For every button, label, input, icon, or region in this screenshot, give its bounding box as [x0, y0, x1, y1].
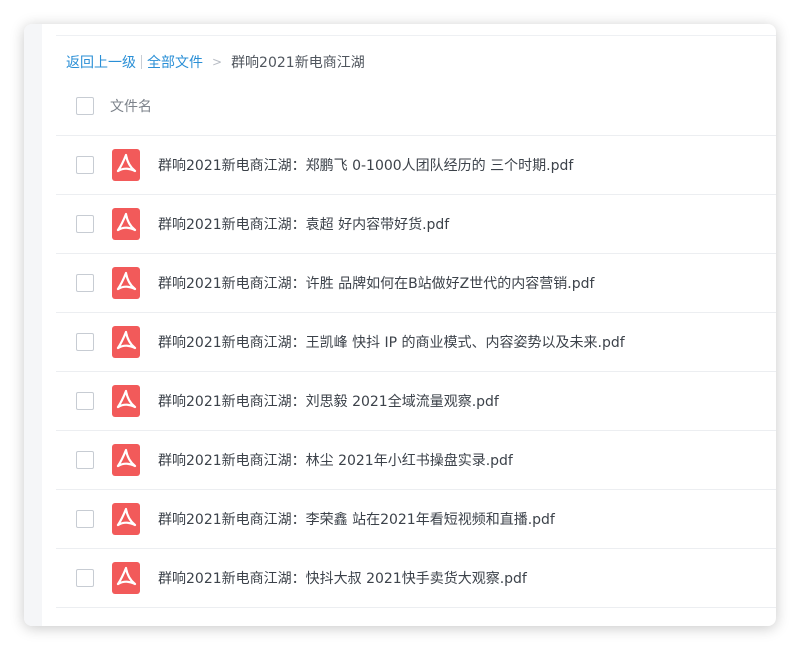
file-checkbox[interactable] [76, 451, 94, 469]
file-name-link[interactable]: 群响2021新电商江湖：许胜 品牌如何在B站做好Z世代的内容营销.pdf [158, 273, 594, 293]
file-row[interactable]: 群响2021新电商江湖：李荣鑫 站在2021年看短视频和直播.pdf [56, 490, 776, 549]
breadcrumb-arrow-icon: > [212, 55, 223, 69]
pdf-icon [112, 267, 140, 299]
file-browser-window: 返回上一级 全部文件 > 群响2021新电商江湖 文件名 群响2021新电商江湖… [24, 24, 776, 626]
pdf-icon [112, 562, 140, 594]
breadcrumb-separator [141, 55, 142, 69]
file-list-header: 文件名 [56, 76, 776, 136]
pdf-icon [112, 503, 140, 535]
left-gutter [24, 24, 42, 626]
pdf-icon [112, 326, 140, 358]
all-files-link[interactable]: 全部文件 [147, 52, 203, 72]
file-name-link[interactable]: 群响2021新电商江湖：快抖大叔 2021快手卖货大观察.pdf [158, 568, 527, 588]
pdf-icon [112, 208, 140, 240]
pdf-icon [112, 385, 140, 417]
file-row[interactable]: 群响2021新电商江湖：许胜 品牌如何在B站做好Z世代的内容营销.pdf [56, 254, 776, 313]
file-checkbox[interactable] [76, 215, 94, 233]
file-name-link[interactable]: 群响2021新电商江湖：郑鹏飞 0-1000人团队经历的 三个时期.pdf [158, 155, 573, 175]
file-checkbox[interactable] [76, 569, 94, 587]
file-name-link[interactable]: 群响2021新电商江湖：林尘 2021年小红书操盘实录.pdf [158, 450, 513, 470]
file-list: 文件名 群响2021新电商江湖：郑鹏飞 0-1000人团队经历的 三个时期.pd… [56, 76, 776, 608]
file-name-link[interactable]: 群响2021新电商江湖：王凯峰 快抖 IP 的商业模式、内容姿势以及未来.pdf [158, 332, 625, 352]
file-name-link[interactable]: 群响2021新电商江湖：李荣鑫 站在2021年看短视频和直播.pdf [158, 509, 555, 529]
file-checkbox[interactable] [76, 510, 94, 528]
breadcrumb: 返回上一级 全部文件 > 群响2021新电商江湖 [66, 52, 365, 72]
file-checkbox[interactable] [76, 392, 94, 410]
pdf-icon [112, 444, 140, 476]
file-name-link[interactable]: 群响2021新电商江湖：袁超 好内容带好货.pdf [158, 214, 449, 234]
file-row[interactable]: 群响2021新电商江湖：郑鹏飞 0-1000人团队经历的 三个时期.pdf [56, 136, 776, 195]
file-row[interactable]: 群响2021新电商江湖：林尘 2021年小红书操盘实录.pdf [56, 431, 776, 490]
file-row[interactable]: 群响2021新电商江湖：快抖大叔 2021快手卖货大观察.pdf [56, 549, 776, 608]
back-link[interactable]: 返回上一级 [66, 52, 136, 72]
file-name-link[interactable]: 群响2021新电商江湖：刘思毅 2021全域流量观察.pdf [158, 391, 499, 411]
file-row[interactable]: 群响2021新电商江湖：刘思毅 2021全域流量观察.pdf [56, 372, 776, 431]
pdf-icon [112, 149, 140, 181]
top-divider [56, 35, 776, 36]
current-folder-label: 群响2021新电商江湖 [231, 55, 365, 71]
file-row[interactable]: 群响2021新电商江湖：王凯峰 快抖 IP 的商业模式、内容姿势以及未来.pdf [56, 313, 776, 372]
file-row[interactable]: 群响2021新电商江湖：袁超 好内容带好货.pdf [56, 195, 776, 254]
file-checkbox[interactable] [76, 274, 94, 292]
file-checkbox[interactable] [76, 333, 94, 351]
file-checkbox[interactable] [76, 156, 94, 174]
select-all-checkbox[interactable] [76, 96, 94, 115]
filename-column-header[interactable]: 文件名 [110, 96, 152, 116]
